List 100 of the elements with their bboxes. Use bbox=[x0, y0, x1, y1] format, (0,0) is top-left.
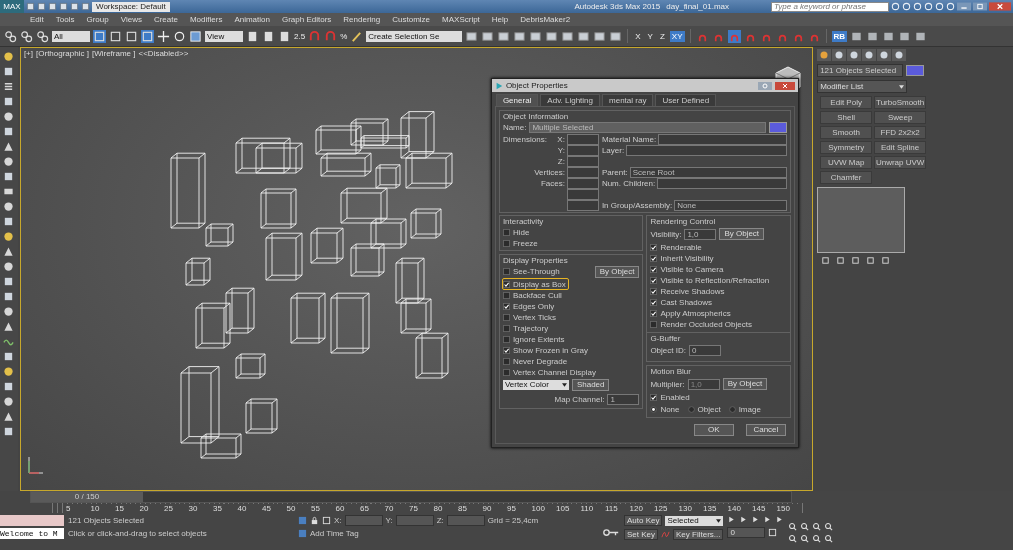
object-name-field[interactable]: 121 Objects Selected bbox=[817, 64, 904, 77]
modifier-button[interactable]: Unwrap UVW bbox=[874, 156, 927, 169]
viewport-label[interactable]: [Wireframe ] bbox=[91, 49, 136, 58]
map-channel-spinner[interactable]: 1 bbox=[607, 394, 640, 405]
tab[interactable]: mental ray bbox=[602, 94, 654, 106]
checkbox-option[interactable]: Renderable bbox=[650, 242, 704, 252]
workspace-dropdown[interactable]: Workspace: Default bbox=[92, 1, 170, 12]
by-object-button[interactable]: By Object bbox=[594, 266, 640, 278]
checkbox-option[interactable]: Visible to Camera bbox=[650, 264, 726, 274]
menu-item[interactable]: Customize bbox=[386, 15, 437, 24]
name-field[interactable]: Multiple Selected bbox=[529, 122, 766, 133]
checkbox-option[interactable]: See-Through bbox=[502, 266, 562, 276]
checkbox-option[interactable]: Enabled bbox=[650, 392, 692, 402]
checkbox-option[interactable]: Ignore Extents bbox=[502, 334, 567, 344]
modifier-button[interactable]: Symmetry bbox=[820, 141, 873, 154]
modifier-button[interactable]: TurboSmooth bbox=[874, 96, 927, 109]
axis-constraint-button[interactable]: X bbox=[633, 30, 643, 42]
checkbox-option[interactable]: Vertex Ticks bbox=[502, 312, 558, 322]
checkbox-option[interactable]: Visible to Reflection/Refraction bbox=[650, 275, 772, 285]
modifier-button[interactable]: Sweep bbox=[874, 111, 927, 124]
menu-item[interactable]: Group bbox=[80, 15, 115, 24]
menu-item[interactable]: MAXScript bbox=[436, 15, 486, 24]
viewport-label[interactable]: [+] bbox=[23, 49, 33, 58]
time-slider-handle[interactable]: 0 / 150 bbox=[31, 492, 143, 502]
modifier-button[interactable]: Edit Poly bbox=[820, 96, 873, 109]
set-key-button[interactable]: Set Key bbox=[624, 529, 658, 540]
dialog-button[interactable]: OK bbox=[693, 424, 734, 436]
menu-item[interactable]: Tools bbox=[49, 15, 81, 24]
selection-filter-dropdown[interactable]: All bbox=[52, 30, 90, 42]
checkbox-option[interactable]: Show Frozen in Gray bbox=[502, 345, 591, 355]
checkbox-option[interactable]: Apply Atmospherics bbox=[650, 308, 733, 318]
checkbox-option[interactable]: Backface Cull bbox=[502, 290, 564, 300]
checkbox-option[interactable]: Never Degrade bbox=[502, 356, 570, 366]
viewport-label[interactable]: [Orthographic ] bbox=[36, 49, 89, 58]
menu-item[interactable]: Views bbox=[114, 15, 148, 24]
checkbox-option[interactable]: Render Occluded Objects bbox=[650, 319, 754, 329]
dialog-button[interactable]: Cancel bbox=[745, 424, 786, 436]
field-label: Faces: bbox=[540, 178, 565, 188]
prompt-line: Click or click-and-drag to select objects bbox=[68, 529, 208, 538]
menu-item[interactable]: Help bbox=[485, 15, 515, 24]
tab[interactable]: General bbox=[495, 94, 539, 106]
object-id-spinner[interactable]: 0 bbox=[688, 345, 721, 356]
modifier-button[interactable]: UVW Map bbox=[820, 156, 873, 169]
text-field[interactable]: None bbox=[674, 199, 787, 211]
modifier-button[interactable]: Chamfer bbox=[820, 171, 873, 184]
text-field[interactable]: Scene Root bbox=[629, 166, 787, 178]
application-button[interactable]: MAX bbox=[0, 0, 24, 13]
axis-constraint-button[interactable]: XY bbox=[669, 30, 685, 42]
modifier-button[interactable]: Edit Spline bbox=[874, 141, 927, 154]
reference-coordinate-dropdown[interactable]: View bbox=[205, 30, 243, 42]
checkbox-option[interactable]: Display as Box bbox=[502, 279, 568, 289]
radio-option[interactable]: Image bbox=[728, 404, 763, 414]
menu-item[interactable]: Rendering bbox=[337, 15, 387, 24]
checkbox-option[interactable]: Edges Only bbox=[502, 301, 557, 311]
menu-item[interactable]: DebrisMaker2 bbox=[514, 15, 577, 24]
modifier-button[interactable]: Shell bbox=[820, 111, 873, 124]
checkbox-option[interactable]: Vertex Channel Display bbox=[502, 367, 599, 377]
by-object-button[interactable]: By Object bbox=[719, 228, 765, 240]
modifier-button[interactable]: FFD 2x2x2 bbox=[874, 126, 927, 139]
group-title: Object Information bbox=[502, 112, 570, 121]
auto-key-button[interactable]: Auto Key bbox=[624, 515, 663, 526]
modifier-list-dropdown[interactable]: Modifier List bbox=[817, 80, 908, 93]
timeline-ruler[interactable]: 5 10 15 20 25 30 35 40 45 50 55 60 65 70 75 80 85 90 95 100 105 110 115 120 125 130 135 140 145 150 bbox=[52, 503, 806, 513]
menu-item[interactable]: Animation bbox=[228, 15, 276, 24]
add-time-tag-button[interactable]: Add Time Tag bbox=[310, 529, 359, 538]
maxscript-listener[interactable]: Welcome to M bbox=[0, 528, 64, 539]
snap-toggle[interactable]: 2.5 bbox=[294, 31, 306, 41]
multiplier-spinner[interactable]: 1,0 bbox=[687, 378, 720, 390]
key-filters-button[interactable]: Key Filters... bbox=[673, 529, 724, 540]
axis-constraint-button[interactable]: Z bbox=[657, 30, 667, 42]
search-field[interactable]: Type a keyword or phrase bbox=[771, 1, 889, 12]
menu-item[interactable]: Create bbox=[147, 15, 184, 24]
checkbox-option[interactable]: Trajectory bbox=[502, 323, 551, 333]
tab[interactable]: User Defined bbox=[655, 94, 717, 106]
key-mode-dropdown[interactable]: Selected bbox=[665, 515, 724, 526]
percent-snap-toggle[interactable]: % bbox=[340, 31, 348, 41]
checkbox-option[interactable]: Freeze bbox=[502, 238, 540, 248]
radio-option[interactable]: None bbox=[650, 404, 682, 414]
frame-tick-label: 140 bbox=[727, 504, 752, 513]
checkbox-option[interactable]: Receive Shadows bbox=[650, 286, 727, 296]
radio-option[interactable]: Object bbox=[687, 404, 723, 414]
menu-item[interactable]: Graph Editors bbox=[275, 15, 338, 24]
time-slider[interactable]: 0 / 150 bbox=[30, 491, 792, 503]
axis-constraint-button[interactable]: Y bbox=[645, 30, 655, 42]
by-object-button[interactable]: By Object bbox=[722, 378, 768, 390]
channel-type-dropdown[interactable]: Vertex Color bbox=[502, 380, 569, 390]
tab[interactable]: Adv. Lighting bbox=[540, 94, 601, 106]
menu-item[interactable]: Modifiers bbox=[183, 15, 229, 24]
named-selection-dropdown[interactable]: Create Selection Se bbox=[366, 30, 463, 42]
checkbox-option[interactable]: Cast Shadows bbox=[650, 297, 714, 307]
checkbox-option[interactable]: Inherit Visibility bbox=[650, 253, 716, 263]
modifier-button[interactable]: Smooth bbox=[820, 126, 873, 139]
coordinate-label: X: bbox=[334, 516, 342, 525]
current-frame-spinner[interactable]: 0 bbox=[727, 527, 766, 538]
viewport-label[interactable]: <<Disabled>> bbox=[138, 49, 189, 58]
shaded-button[interactable]: Shaded bbox=[571, 379, 610, 391]
menu-item[interactable]: Edit bbox=[24, 15, 50, 24]
render-button[interactable]: RB bbox=[831, 30, 848, 42]
checkbox-option[interactable]: Hide bbox=[502, 227, 532, 237]
visibility-spinner[interactable]: 1,0 bbox=[684, 228, 717, 240]
